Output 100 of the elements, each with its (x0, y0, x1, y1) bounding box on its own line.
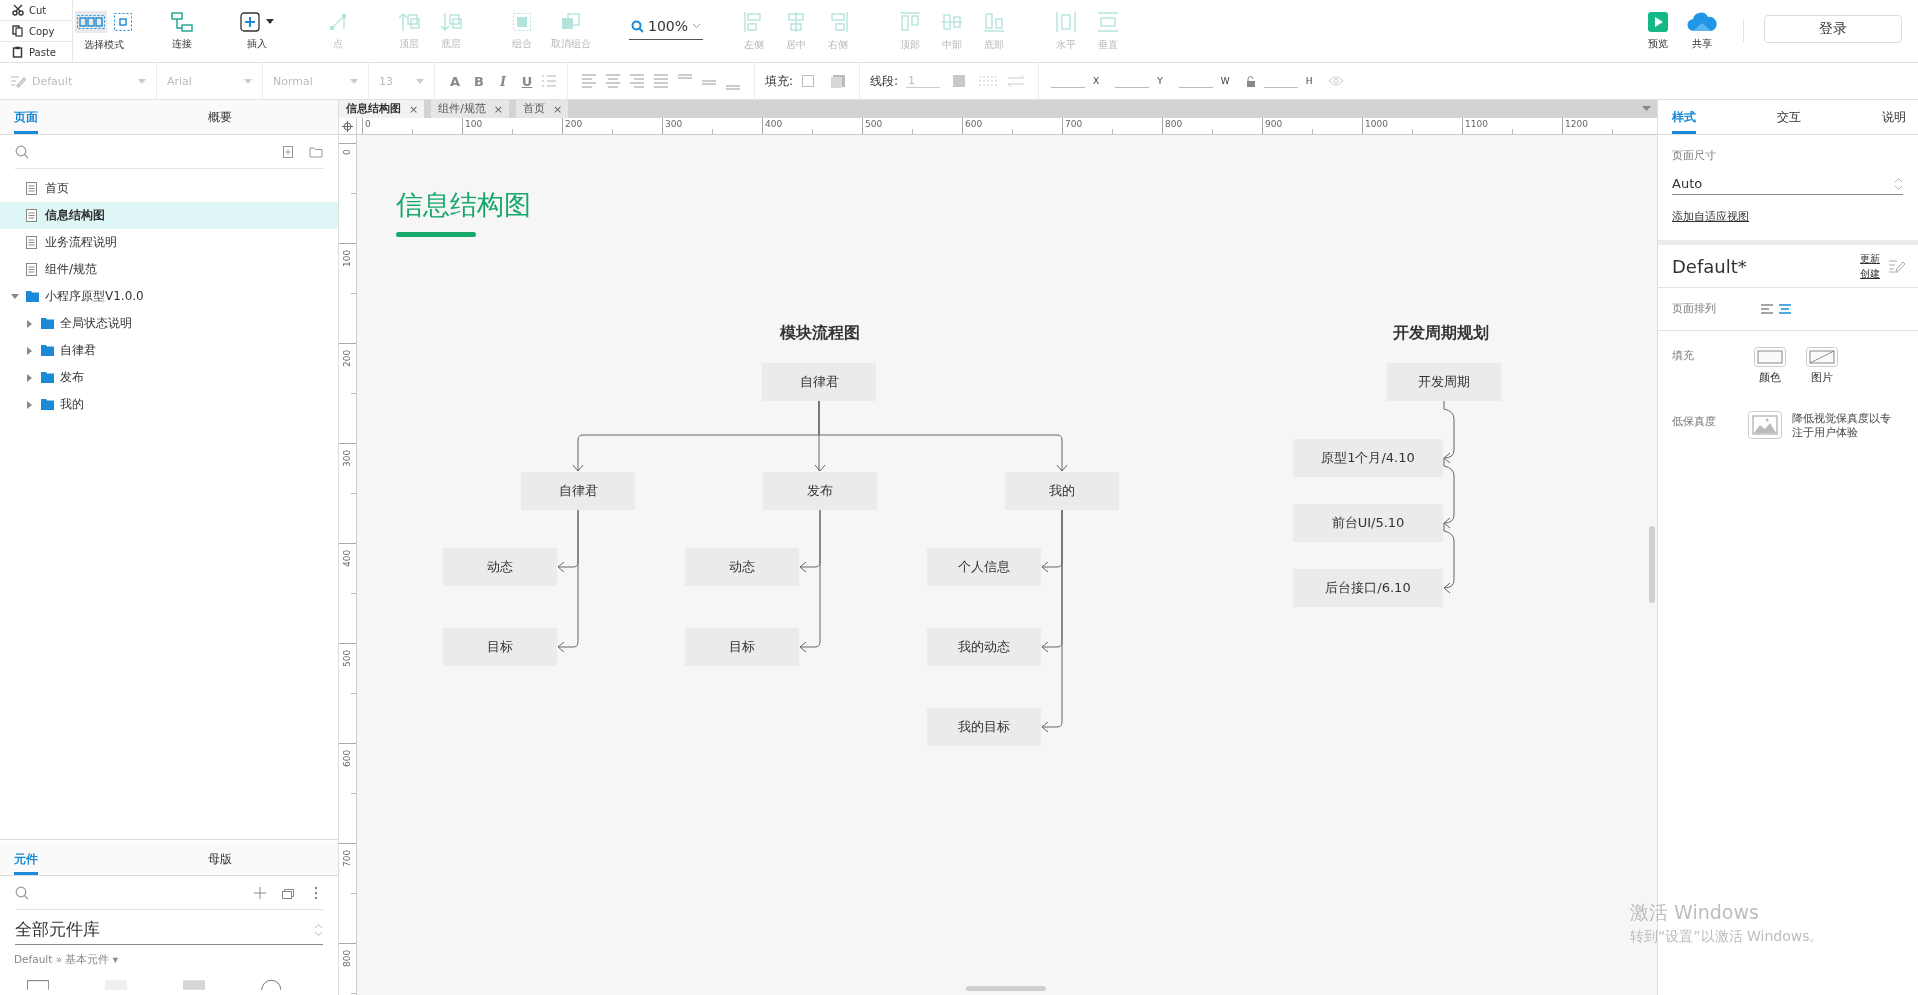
ruler-label: 0 (342, 149, 352, 155)
tool-button[interactable]: 选择模式 (77, 0, 131, 62)
panel-tab[interactable]: 页面 (14, 100, 38, 134)
login-button[interactable]: 登录 (1764, 15, 1902, 43)
tree-item[interactable]: 发布 (0, 364, 338, 391)
tool-button[interactable]: 连接 (161, 0, 203, 62)
field-label: X (1093, 76, 1100, 86)
panel-tab[interactable]: 说明 (1882, 100, 1906, 134)
filled-rectangle-icon[interactable] (183, 979, 206, 991)
scissors-icon (12, 4, 24, 16)
caret-icon (350, 78, 358, 84)
paint-style-icon (10, 74, 26, 88)
tree-item[interactable]: 信息结构图 (0, 202, 338, 229)
document-tab[interactable]: 组件/规范 × (431, 100, 509, 118)
panel-tab[interactable]: 交互 (1777, 100, 1801, 134)
send-back-icon (440, 11, 462, 32)
plus-icon (240, 11, 260, 32)
style-link[interactable]: 更新 (1860, 251, 1880, 266)
expanded-arrow-icon[interactable] (10, 292, 20, 301)
plus-icon[interactable] (253, 885, 267, 900)
ruler-label: 800 (342, 949, 352, 967)
rectangle-outline-icon[interactable] (27, 979, 50, 991)
close-button[interactable]: × (553, 102, 563, 116)
horizontal-scrollbar[interactable] (966, 986, 1046, 991)
diagram-node: 我的 (1005, 472, 1119, 510)
panel-tab[interactable]: 概要 (208, 100, 232, 134)
chart-heading: 开发周期规划 (1392, 323, 1490, 344)
panel-tab[interactable]: 元件 (14, 843, 38, 875)
point-icon (328, 11, 348, 32)
connector-arrow (1443, 522, 1455, 594)
adaptive-view-link[interactable]: 添加自适应视图 (1672, 209, 1749, 224)
field-label: 页面排列 (1672, 302, 1717, 316)
align-bottom-icon (983, 10, 1006, 33)
tool-button[interactable]: 共享 (1681, 0, 1723, 62)
diagram-node: 动态 (443, 548, 557, 586)
style-link[interactable]: 创建 (1860, 266, 1880, 281)
clipboard-icon (12, 46, 24, 58)
ruler-label: 400 (765, 119, 783, 129)
vertical-scrollbar[interactable] (1649, 526, 1655, 603)
folder-icon (41, 399, 54, 410)
tree-item[interactable]: 组件/规范 (0, 256, 338, 283)
fill-option[interactable]: 颜色 (1754, 347, 1786, 385)
caret-icon (416, 78, 424, 84)
ruler-label: 0 (365, 119, 371, 129)
tab-label[interactable]: 组件/规范 (438, 102, 486, 116)
dashed-squares-icon (75, 10, 107, 33)
ruler-label: 600 (965, 119, 983, 129)
tree-item[interactable]: 首页 (0, 175, 338, 202)
tree-item[interactable]: 业务流程说明 (0, 229, 338, 256)
ruler-label: 1200 (1565, 119, 1588, 129)
play-icon (1648, 11, 1668, 32)
fill-option[interactable]: 图片 (1806, 347, 1838, 385)
library-breadcrumb[interactable]: Default » 基本元件 ▾ (14, 953, 324, 967)
tree-item[interactable]: 小程序原型V1.0.0 (0, 283, 338, 310)
cloud-icon (1687, 11, 1717, 32)
close-button[interactable]: × (493, 102, 503, 116)
color-swatch-icon (1754, 347, 1786, 367)
page-size-dropdown[interactable]: Auto (1672, 173, 1903, 195)
diagram-node: 后台接口/6.10 (1293, 569, 1443, 607)
tree-item[interactable]: 我的 (0, 391, 338, 418)
panel-tab[interactable]: 母版 (208, 843, 232, 875)
ungroup-icon (561, 11, 581, 32)
field-label: 低保真度 (1672, 414, 1717, 429)
ruler-label: 100 (465, 119, 483, 129)
ruler-label: 200 (342, 349, 352, 367)
diagram-node: 个人信息 (927, 548, 1041, 586)
tool-button[interactable]: 插入 (233, 0, 281, 62)
zoom-dropdown[interactable]: 100% (629, 16, 704, 40)
activation-text: 转到“设置”以激活 Windows。 (1630, 928, 1824, 946)
diagram-node: 动态 (685, 548, 799, 586)
ruler-label: 1100 (1465, 119, 1488, 129)
group-icon (512, 11, 532, 32)
tab-label[interactable]: 信息结构图 (346, 102, 401, 116)
diagram-node: 前台UI/5.10 (1293, 504, 1443, 542)
tool-button[interactable]: 预览 (1637, 0, 1679, 62)
document-tab[interactable]: 首页 × (516, 100, 569, 118)
document-tab[interactable]: 信息结构图 × (339, 100, 425, 118)
tree-item[interactable]: 自律君 (0, 337, 338, 364)
tab-label[interactable]: 首页 (523, 102, 545, 116)
search-icon[interactable] (15, 885, 29, 900)
edit-style-icon[interactable] (1888, 259, 1906, 273)
diagram-node: 目标 (443, 628, 557, 666)
tree-item[interactable]: 全局状态说明 (0, 310, 338, 337)
library-dropdown[interactable]: 全部元件库 (15, 915, 323, 945)
ruler-label: 300 (342, 449, 352, 467)
image-icon[interactable] (1748, 411, 1782, 439)
folder-icon (26, 291, 39, 302)
dashed-square-icon (113, 11, 133, 32)
updown-icon (1894, 176, 1903, 191)
align-left-icon (1760, 303, 1774, 315)
folder-outline-icon[interactable] (309, 144, 323, 159)
folder-icon (41, 345, 54, 356)
close-button[interactable]: × (409, 102, 419, 116)
tabs-menu-icon[interactable] (1642, 106, 1651, 112)
search-icon[interactable] (15, 144, 29, 159)
crosshair-icon[interactable] (342, 120, 353, 132)
page-icon (26, 209, 37, 222)
add-page-icon[interactable] (281, 144, 295, 159)
panel-tab[interactable]: 样式 (1672, 100, 1696, 134)
ruler-label: 800 (1165, 119, 1183, 129)
